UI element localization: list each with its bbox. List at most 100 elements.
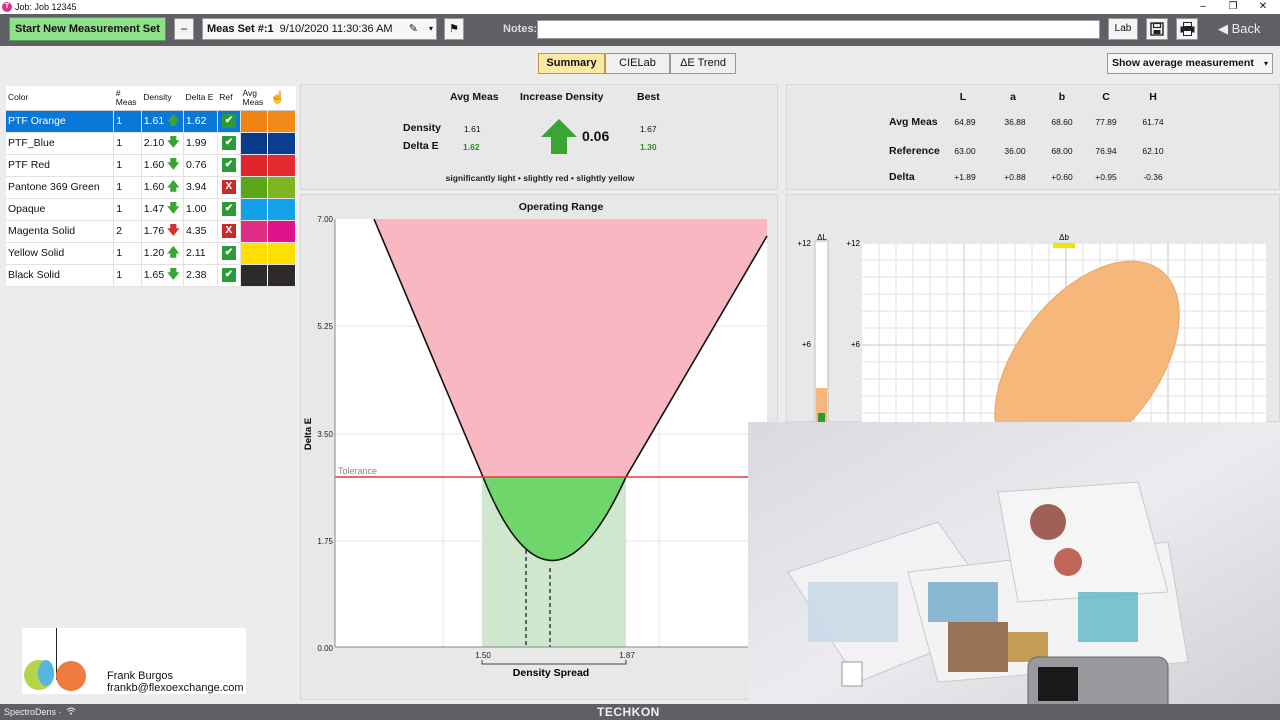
header-settings[interactable]: ☝ xyxy=(267,86,296,111)
ref-swatch xyxy=(240,132,269,155)
back-button[interactable]: ◀ Back xyxy=(1218,18,1274,40)
lab-row-ref-label: Reference xyxy=(889,145,940,157)
color-name[interactable]: Opaque xyxy=(6,198,115,221)
header-deltae[interactable]: Delta E xyxy=(183,86,218,111)
summary-col-avg: Avg Meas xyxy=(450,91,499,103)
color-name[interactable]: Pantone 369 Green xyxy=(6,176,115,199)
y-tick-label: 7.00 xyxy=(317,215,333,224)
check-icon: ✔ xyxy=(221,158,236,172)
meas-count: 1 xyxy=(113,110,142,133)
remove-measurement-button[interactable]: − xyxy=(174,18,194,40)
avg-swatch xyxy=(267,132,296,155)
lab-value: 36.00 xyxy=(1004,146,1026,156)
table-row[interactable]: Magenta Solid 2 1.76 🡇 4.35 X xyxy=(6,220,296,243)
print-button[interactable] xyxy=(1176,18,1198,40)
header-meas[interactable]: # Meas xyxy=(113,86,142,111)
density-value: 1.60 xyxy=(143,180,165,193)
status-cell: X xyxy=(217,220,242,243)
color-name[interactable]: PTF_Blue xyxy=(6,132,115,155)
lab-header-b: b xyxy=(1058,91,1066,103)
logo-circle-blue xyxy=(38,660,54,686)
tab-summary[interactable]: Summary xyxy=(538,53,605,74)
lab-value: +0.95 xyxy=(1095,172,1117,182)
close-button[interactable]: ✕ xyxy=(1248,0,1278,14)
tab-cielab[interactable]: CIELab xyxy=(605,53,670,74)
lab-header-H: H xyxy=(1149,91,1157,103)
color-name[interactable]: Yellow Solid xyxy=(6,242,115,265)
meas-count: 1 xyxy=(113,264,142,287)
density-value: 1.47 xyxy=(143,202,165,215)
restore-button[interactable]: ❐ xyxy=(1218,0,1248,14)
display-mode-select[interactable]: Show average measurement ▾ xyxy=(1107,53,1273,74)
meas-set-date: 9/10/2020 11:30:36 AM xyxy=(279,23,393,35)
status-cell: ✔ xyxy=(217,110,242,133)
lab-row-delta-label: Delta xyxy=(889,171,915,183)
status-cell: ✔ xyxy=(217,264,242,287)
table-row[interactable]: Black Solid 1 1.65 🡇 2.38 ✔ xyxy=(6,264,296,287)
flag-button[interactable]: ⚑ xyxy=(444,18,464,40)
table-row[interactable]: PTF Orange 1 1.61 🡅 1.62 ✔ xyxy=(6,110,296,133)
ref-swatch xyxy=(240,264,269,287)
arrow-down-icon: 🡇 xyxy=(167,266,180,281)
chevron-down-icon: ▾ xyxy=(1263,59,1268,68)
app-window: T Job: Job 12345 – ❐ ✕ Start New Measure… xyxy=(0,0,1280,720)
tab-delta-e-trend[interactable]: ΔE Trend xyxy=(670,53,736,74)
y-tick-label: +6 xyxy=(851,340,861,349)
x-axis-label: Density Spread xyxy=(513,667,589,679)
avg-deltae-value: 1.62 xyxy=(463,142,480,152)
density-cell: 1.47 🡇 xyxy=(141,198,184,221)
meas-set-label: Meas Set #:1 xyxy=(207,23,274,35)
deltae-value: 1.00 xyxy=(183,198,218,221)
notes-input[interactable] xyxy=(537,20,1100,39)
meas-count: 1 xyxy=(113,176,142,199)
summary-col-increase: Increase Density xyxy=(520,91,604,103)
table-row[interactable]: PTF Red 1 1.60 🡇 0.76 ✔ xyxy=(6,154,296,177)
deltae-value: 1.99 xyxy=(183,132,218,155)
best-deltae-value: 1.30 xyxy=(640,142,657,152)
brand-label: TECHKON xyxy=(597,705,660,719)
header-avg: Avg Meas xyxy=(240,86,268,111)
summary-col-best: Best xyxy=(637,91,660,103)
avg-swatch xyxy=(267,154,296,177)
color-name[interactable]: Magenta Solid xyxy=(6,220,115,243)
logo-circle-orange xyxy=(56,661,86,691)
save-button[interactable] xyxy=(1146,18,1168,40)
meas-set-dropdown[interactable]: Meas Set #:1 9/10/2020 11:30:36 AM ✎ ▾ xyxy=(202,18,437,40)
check-icon: ✔ xyxy=(221,202,236,216)
table-row[interactable]: Opaque 1 1.47 🡇 1.00 ✔ xyxy=(6,198,296,221)
arrow-down-icon: 🡇 xyxy=(167,222,180,237)
pencil-icon[interactable]: ✎ xyxy=(409,19,418,39)
meas-count: 1 xyxy=(113,198,142,221)
avg-swatch xyxy=(267,242,296,265)
y-tick-label: +6 xyxy=(802,340,812,349)
ref-swatch xyxy=(240,110,269,133)
video-scene xyxy=(748,422,1280,720)
back-label: Back xyxy=(1231,21,1261,36)
lab-value: 36.88 xyxy=(1004,117,1026,127)
status-cell: ✔ xyxy=(217,198,242,221)
spread-bracket xyxy=(481,660,627,665)
density-cell: 1.61 🡅 xyxy=(141,110,184,133)
y-tick-label: +12 xyxy=(846,239,860,248)
start-new-measurement-set-button[interactable]: Start New Measurement Set xyxy=(9,17,166,41)
hand-pointer-icon[interactable]: ☝ xyxy=(270,90,285,104)
minimize-button[interactable]: – xyxy=(1188,0,1218,14)
color-name[interactable]: PTF Red xyxy=(6,154,115,177)
status-cell: ✔ xyxy=(217,154,242,177)
color-name[interactable]: Black Solid xyxy=(6,264,115,287)
header-color[interactable]: Color xyxy=(6,86,114,111)
device-name[interactable]: SpectroDens · xyxy=(4,704,62,720)
density-cell: 1.65 🡇 xyxy=(141,264,184,287)
arrow-down-icon: 🡇 xyxy=(167,156,180,171)
density-value: 2.10 xyxy=(143,136,165,149)
ref-swatch xyxy=(240,198,269,221)
color-name[interactable]: PTF Orange xyxy=(6,110,115,133)
table-row[interactable]: Yellow Solid 1 1.20 🡅 2.11 ✔ xyxy=(6,242,296,265)
display-mode-value: Show average measurement xyxy=(1112,57,1254,69)
table-row[interactable]: PTF_Blue 1 2.10 🡇 1.99 ✔ xyxy=(6,132,296,155)
avg-swatch xyxy=(267,110,296,133)
table-row[interactable]: Pantone 369 Green 1 1.60 🡅 3.94 X xyxy=(6,176,296,199)
y-tick-label: +12 xyxy=(797,239,811,248)
lab-button[interactable]: Lab xyxy=(1108,18,1138,40)
header-density[interactable]: Density xyxy=(141,86,184,111)
